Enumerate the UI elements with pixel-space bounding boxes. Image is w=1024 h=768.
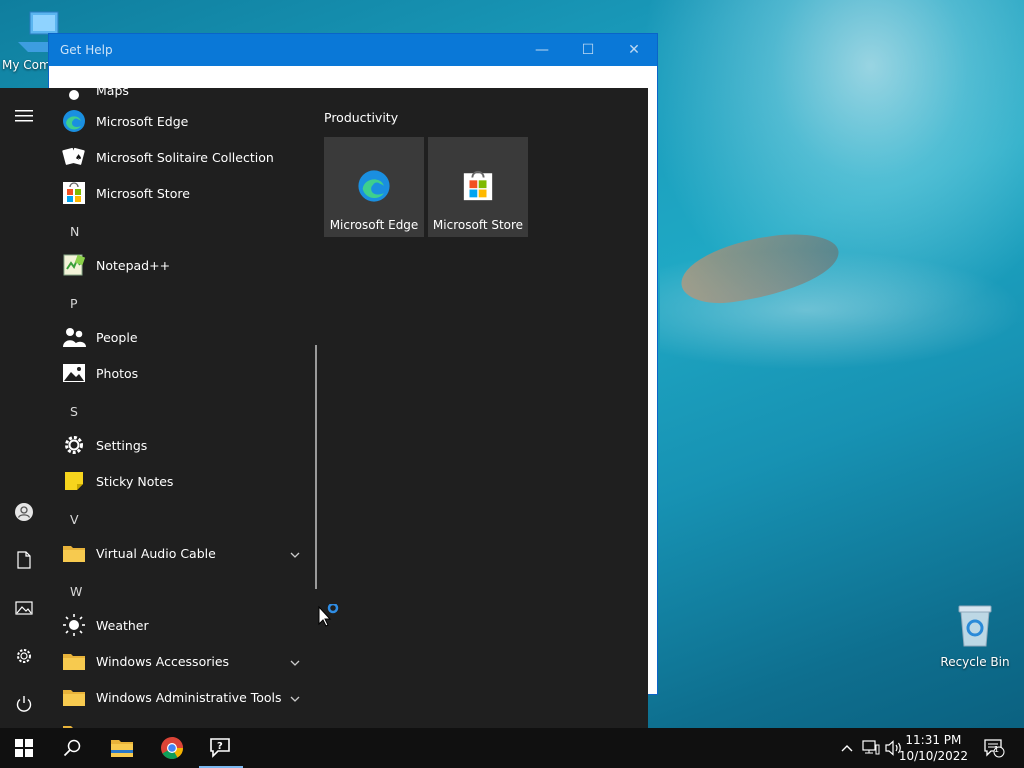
mouse-cursor-busy-icon: [318, 604, 339, 627]
notepadpp-icon: [62, 253, 86, 277]
start-button[interactable]: [0, 728, 48, 768]
letter-header-p[interactable]: P: [70, 296, 78, 311]
search-button[interactable]: [48, 728, 96, 768]
folder-windows-administrative-tools[interactable]: Windows Administrative Tools: [62, 679, 312, 715]
chrome-icon: [161, 737, 183, 759]
chrome-button[interactable]: [148, 728, 196, 768]
tile-label: Microsoft Edge: [329, 218, 419, 232]
photos-icon: [62, 361, 86, 385]
app-list-scrollbar[interactable]: [315, 345, 317, 589]
chevron-down-icon[interactable]: [290, 655, 300, 670]
folder-icon: [62, 685, 86, 709]
action-center-button[interactable]: 1: [980, 728, 1008, 768]
tile-group-title[interactable]: Productivity: [324, 110, 398, 125]
my-computer-label: My Com: [2, 58, 51, 72]
folder-partial[interactable]: [62, 715, 312, 728]
store-icon: [62, 181, 86, 205]
folder-icon: [62, 721, 86, 728]
notification-count-badge: 1: [994, 745, 1000, 754]
get-help-taskbar-button[interactable]: ?: [197, 728, 245, 768]
recycle-bin-desktop-icon[interactable]: Recycle Bin: [940, 600, 1010, 669]
start-icon: [15, 739, 33, 757]
chevron-down-icon[interactable]: [290, 691, 300, 706]
tile-microsoft-store[interactable]: Microsoft Store: [428, 137, 528, 237]
gear-icon: [62, 433, 86, 457]
power-icon[interactable]: [12, 692, 36, 716]
app-item-settings[interactable]: Settings: [62, 427, 312, 463]
svg-text:?: ?: [217, 741, 223, 752]
documents-icon[interactable]: [12, 548, 36, 572]
edge-icon: [358, 170, 390, 202]
pictures-icon[interactable]: [12, 596, 36, 620]
app-item-microsoft-store[interactable]: Microsoft Store: [62, 175, 312, 211]
svg-text:♠: ♠: [75, 153, 82, 162]
folder-icon: [62, 541, 86, 565]
tile-microsoft-edge[interactable]: Microsoft Edge: [324, 137, 424, 237]
network-icon: [862, 740, 880, 755]
chevron-down-icon[interactable]: [290, 547, 300, 562]
minimize-button[interactable]: —: [519, 34, 565, 66]
app-item-notepadpp[interactable]: Notepad++: [62, 247, 312, 283]
close-button[interactable]: ✕: [611, 34, 657, 66]
maps-icon: [62, 88, 86, 102]
show-hidden-icons-button[interactable]: [836, 728, 858, 768]
app-list[interactable]: Maps Microsoft Edge ♠ Microsoft Solitair…: [48, 88, 312, 728]
letter-header-s[interactable]: S: [70, 404, 78, 419]
clock-date: 10/10/2022: [898, 749, 968, 763]
user-account-icon[interactable]: [12, 500, 36, 524]
file-explorer-button[interactable]: [98, 728, 146, 768]
taskbar-clock[interactable]: 11:31 PM 10/10/2022: [899, 732, 968, 764]
taskbar: ? 11:31 PM 10/10/2022 1: [0, 728, 1024, 768]
tile-label: Microsoft Store: [432, 218, 524, 232]
store-icon: [463, 170, 493, 201]
window-title: Get Help: [60, 43, 113, 57]
letter-header-v[interactable]: V: [70, 512, 79, 527]
recycle-bin-icon: [958, 605, 992, 647]
weather-icon: [62, 613, 86, 637]
clock-time: 11:31 PM: [905, 733, 962, 747]
gear-icon[interactable]: [12, 644, 36, 668]
folder-virtual-audio-cable[interactable]: Virtual Audio Cable: [62, 535, 312, 571]
letter-header-w[interactable]: W: [70, 584, 82, 599]
app-item-weather[interactable]: Weather: [62, 607, 312, 643]
app-item-sticky-notes[interactable]: Sticky Notes: [62, 463, 312, 499]
hamburger-menu-icon[interactable]: [12, 104, 36, 128]
network-button[interactable]: [860, 728, 882, 768]
letter-header-n[interactable]: N: [70, 224, 79, 239]
people-icon: [62, 325, 86, 349]
maximize-button[interactable]: ☐: [565, 34, 611, 66]
file-explorer-icon: [111, 740, 133, 757]
app-item-people[interactable]: People: [62, 319, 312, 355]
chevron-up-icon: [841, 745, 853, 752]
app-item-microsoft-edge[interactable]: Microsoft Edge: [62, 103, 312, 139]
solitaire-icon: ♠: [62, 145, 86, 169]
start-menu: Maps Microsoft Edge ♠ Microsoft Solitair…: [0, 88, 648, 728]
search-icon: [63, 739, 81, 757]
app-item-photos[interactable]: Photos: [62, 355, 312, 391]
folder-icon: [62, 649, 86, 673]
sticky-notes-icon: [62, 469, 86, 493]
recycle-bin-label: Recycle Bin: [940, 655, 1010, 669]
start-rail: [0, 88, 48, 728]
edge-icon: [62, 109, 86, 133]
get-help-icon: ?: [210, 738, 230, 758]
get-help-titlebar[interactable]: Get Help — ☐ ✕: [49, 34, 657, 66]
folder-windows-accessories[interactable]: Windows Accessories: [62, 643, 312, 679]
app-item-microsoft-solitaire[interactable]: ♠ Microsoft Solitaire Collection: [62, 139, 312, 175]
